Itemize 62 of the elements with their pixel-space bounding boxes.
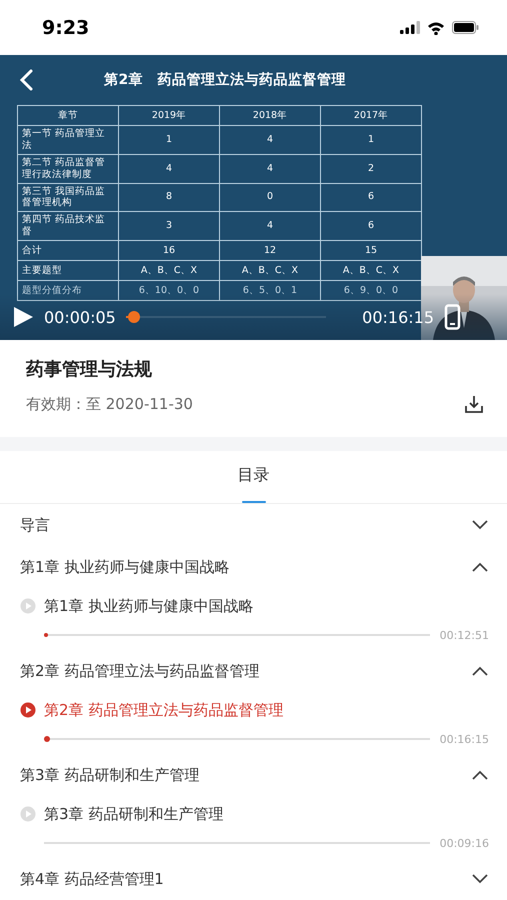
tab[interactable]: 目录: [238, 451, 270, 503]
wifi-icon: [427, 20, 445, 34]
validity-text: 有效期：至 2020-11-30: [26, 394, 193, 414]
play-button[interactable]: [12, 306, 34, 328]
chapter-title[interactable]: 导言: [20, 516, 50, 534]
status-time: 9:23: [42, 16, 90, 38]
table-cell: 15: [320, 240, 422, 260]
table-cell: 第一节 药品管理立法: [18, 126, 118, 154]
table-cell: 16: [118, 240, 220, 260]
table-cell: 合计: [18, 240, 118, 260]
chapter-title[interactable]: 第1章 执业药师与健康中国战略: [20, 558, 230, 576]
table-cell: 6: [320, 212, 422, 240]
table-cell: 第三节 我国药品监督管理机构: [18, 183, 118, 212]
lesson-title[interactable]: 第1章 执业药师与健康中国战略: [44, 596, 254, 616]
table-header: 2018年: [220, 106, 320, 126]
table-header: 2017年: [320, 106, 422, 126]
play-icon: [20, 806, 36, 822]
table-cell: 6、5、0、1: [220, 280, 320, 300]
table-cell: 第四节 药品技术监督: [18, 212, 118, 240]
chapter-title[interactable]: 第4章 药品经营管理1: [20, 870, 164, 888]
table-cell: 2: [320, 154, 422, 183]
lesson-title[interactable]: 第2章 药品管理立法与药品监督管理: [44, 700, 284, 720]
battery-icon: [452, 21, 479, 34]
course-title: 药事管理与法规: [25, 358, 153, 381]
table-cell: 4: [220, 126, 320, 154]
lesson-duration: 00:16:15: [440, 732, 489, 746]
chapter-title[interactable]: 第2章 药品管理立法与药品监督管理: [20, 662, 260, 680]
table-cell: 8: [118, 183, 220, 212]
table-cell: 6: [320, 183, 422, 212]
collapse-chevron-icon[interactable]: [471, 665, 489, 677]
collapse-chevron-icon[interactable]: [471, 561, 489, 573]
expand-chevron-icon[interactable]: [471, 873, 489, 885]
table-cell: 4: [220, 212, 320, 240]
expand-chevron-icon[interactable]: [471, 519, 489, 531]
table-cell: 4: [220, 154, 320, 183]
table-cell: 第二节 药品监督管理行政法律制度: [18, 154, 118, 183]
signal-icon: [400, 21, 420, 34]
table-cell: 12: [220, 240, 320, 260]
current-time: 00:00:05: [44, 308, 116, 326]
download-button[interactable]: [463, 393, 485, 415]
table-cell: 1: [118, 126, 220, 154]
play-icon: [20, 702, 36, 718]
lesson-duration: 00:09:16: [440, 836, 489, 850]
duration-time: 00:16:15: [362, 308, 434, 326]
table-cell: 题型分值分布: [18, 280, 118, 300]
table-cell: 6、10、0、0: [118, 280, 220, 300]
table-header: 章节: [18, 106, 118, 126]
table-cell: 0: [220, 183, 320, 212]
table-cell: 3: [118, 212, 220, 240]
chapter-title[interactable]: 第3章 药品研制和生产管理: [20, 766, 200, 784]
table-cell: 4: [118, 154, 220, 183]
table-cell: 主要题型: [18, 260, 118, 280]
table-cell: A、B、C、X: [220, 260, 320, 280]
rotate-button[interactable]: [444, 304, 462, 330]
table-header: 2019年: [118, 106, 220, 126]
lesson-duration: 00:12:51: [440, 628, 489, 642]
slide-title: 第2章 药品管理立法与药品监督管理: [104, 71, 346, 89]
collapse-chevron-icon[interactable]: [471, 769, 489, 781]
play-icon: [20, 598, 36, 614]
table-cell: 1: [320, 126, 422, 154]
table-cell: A、B、C、X: [118, 260, 220, 280]
lesson-title[interactable]: 第3章 药品研制和生产管理: [44, 804, 224, 824]
